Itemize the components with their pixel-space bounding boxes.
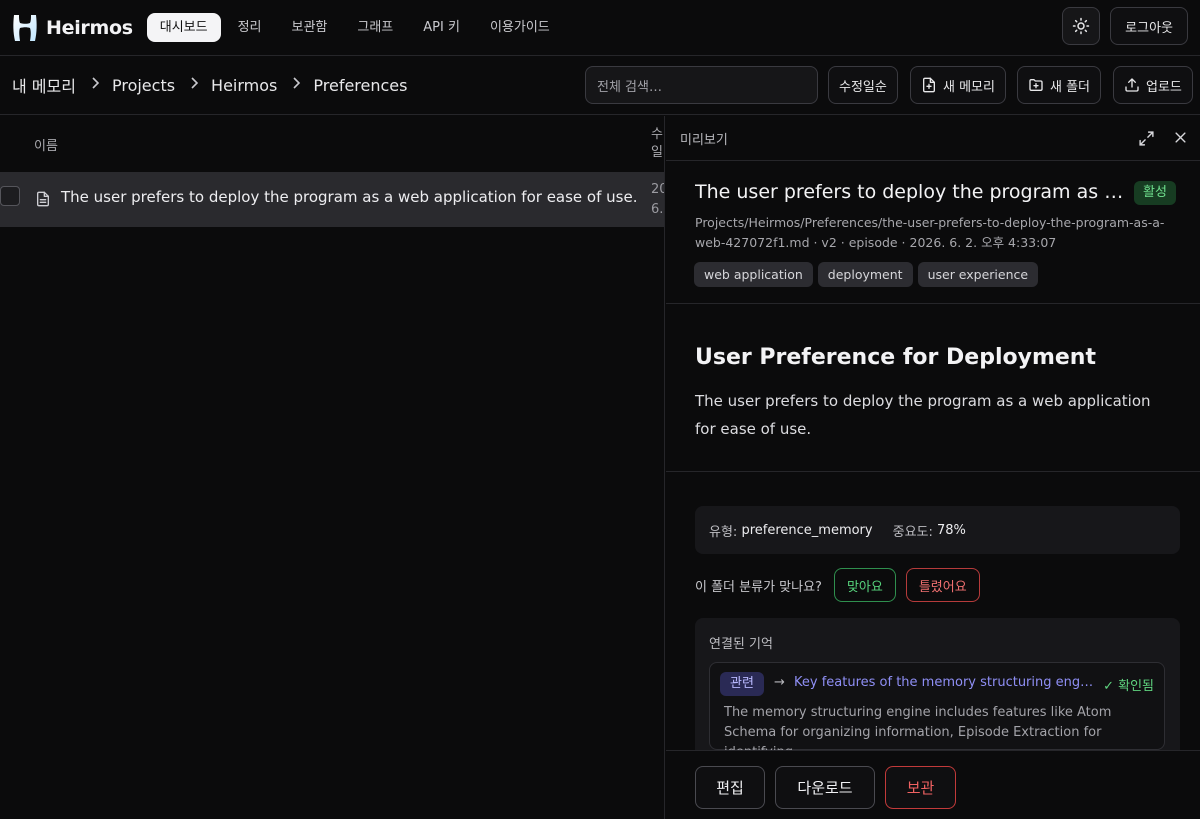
upload-label: 업로드: [1146, 79, 1182, 95]
breadcrumb-item-heirmos[interactable]: Heirmos: [211, 76, 277, 95]
tag[interactable]: user experience: [917, 262, 1039, 287]
nav-organize[interactable]: 정리: [225, 13, 275, 42]
linked-memories-title: 연결된 기억: [709, 637, 773, 652]
row-checkbox[interactable]: [0, 186, 20, 206]
preview-label: 미리보기: [680, 133, 728, 148]
new-folder-label: 새 폴더: [1050, 79, 1091, 95]
preview-header: 미리보기: [666, 116, 1200, 161]
preview-title: The user prefers to deploy the program a…: [695, 181, 1125, 203]
new-memory-button[interactable]: 새 메모리: [910, 66, 1006, 104]
chevron-right-icon: [189, 77, 199, 93]
preview-meta: The user prefers to deploy the program a…: [666, 162, 1200, 304]
linked-memory-card[interactable]: 관련 → Key features of the memory structur…: [709, 662, 1165, 760]
folder-plus-icon: [1029, 79, 1043, 91]
preview-panel: 미리보기 The user prefers to deploy the prog…: [666, 116, 1200, 819]
archive-button[interactable]: 보관: [885, 766, 956, 809]
confirm-question: 이 폴더 분류가 맞나요?: [695, 579, 822, 595]
memory-info: 유형: preference_memory 중요도: 78%: [695, 506, 1180, 554]
importance-label: 중요도:: [892, 524, 933, 540]
folder-confirm: 이 폴더 분류가 맞나요? 맞아요 틀렸어요: [695, 568, 980, 602]
list-header: 이름 수일: [0, 116, 664, 172]
document-icon: [37, 191, 49, 207]
nav-api-keys[interactable]: API 키: [410, 13, 473, 42]
theme-toggle-button[interactable]: [1062, 7, 1101, 45]
chevron-right-icon: [90, 77, 100, 93]
download-button[interactable]: 다운로드: [775, 766, 875, 809]
column-header-modified[interactable]: 수일: [651, 126, 664, 162]
relation-badge: 관련: [720, 672, 764, 696]
tag[interactable]: web application: [694, 262, 813, 287]
content-body: The user prefers to deploy the program a…: [695, 392, 1151, 438]
sort-button-label: 수정일순: [839, 79, 887, 95]
preview-footer: 편집 다운로드 보관: [666, 750, 1200, 819]
edit-button[interactable]: 편집: [695, 766, 765, 809]
breadcrumb: 내 메모리 Projects Heirmos Preferences: [12, 57, 407, 113]
new-memory-label: 새 메모리: [943, 79, 995, 95]
file-path: Projects/Heirmos/Preferences/the-user-pr…: [695, 215, 1165, 250]
linked-memory-title[interactable]: Key features of the memory structuring e…: [794, 675, 1094, 690]
breadcrumb-item-projects[interactable]: Projects: [112, 76, 175, 95]
sun-icon: [1072, 17, 1090, 35]
nav-guide[interactable]: 이용가이드: [477, 13, 563, 42]
row-date: 20 6.: [651, 182, 664, 217]
confirm-no-button[interactable]: 틀렸어요: [905, 568, 980, 602]
confirm-yes-button[interactable]: 맞아요: [833, 568, 896, 602]
nav-dashboard[interactable]: 대시보드: [146, 13, 221, 42]
importance-value: 78%: [937, 522, 966, 538]
heirmos-logo-icon: [13, 14, 37, 41]
app-name: Heirmos: [46, 16, 133, 39]
row-title: The user prefers to deploy the program a…: [61, 188, 638, 206]
type-label: 유형:: [709, 524, 738, 540]
search-input[interactable]: 전체 검색…: [585, 66, 818, 104]
main-nav: 대시보드 정리 보관함 그래프 API 키 이용가이드: [146, 13, 567, 42]
nav-graph[interactable]: 그래프: [344, 13, 406, 42]
tag-list: web application deployment user experien…: [694, 262, 1043, 287]
verified-badge: ✓ 확인됨: [1103, 679, 1154, 694]
logout-button[interactable]: 로그아웃: [1110, 7, 1188, 45]
upload-button[interactable]: 업로드: [1113, 66, 1193, 104]
file-plus-icon: [923, 77, 935, 93]
close-icon[interactable]: [1173, 130, 1188, 147]
nav-archive[interactable]: 보관함: [279, 13, 341, 42]
tag[interactable]: deployment: [817, 262, 913, 287]
content-heading: User Preference for Deployment: [695, 345, 1096, 370]
upload-icon: [1125, 78, 1139, 92]
table-row[interactable]: The user prefers to deploy the program a…: [0, 172, 664, 227]
type-value: preference_memory: [741, 522, 873, 538]
preview-content: User Preference for Deployment The user …: [666, 305, 1200, 472]
column-header-name[interactable]: 이름: [34, 135, 58, 154]
new-folder-button[interactable]: 새 폴더: [1017, 66, 1102, 104]
toolbar: 내 메모리 Projects Heirmos Preferences 전체 검색…: [0, 57, 1200, 115]
breadcrumb-item-preferences: Preferences: [313, 75, 408, 95]
arrow-right-icon: →: [774, 675, 785, 690]
sort-button[interactable]: 수정일순: [828, 66, 898, 104]
file-list: 이름 수일 The user prefers to deploy the pro…: [0, 116, 665, 819]
app-logo[interactable]: Heirmos: [10, 12, 133, 44]
breadcrumb-item-my-memory[interactable]: 내 메모리: [12, 73, 76, 97]
expand-icon[interactable]: [1138, 130, 1155, 147]
status-badge: 활성: [1134, 181, 1176, 205]
chevron-right-icon: [291, 77, 301, 93]
top-navbar: Heirmos 대시보드 정리 보관함 그래프 API 키 이용가이드 로그아웃: [0, 0, 1200, 56]
